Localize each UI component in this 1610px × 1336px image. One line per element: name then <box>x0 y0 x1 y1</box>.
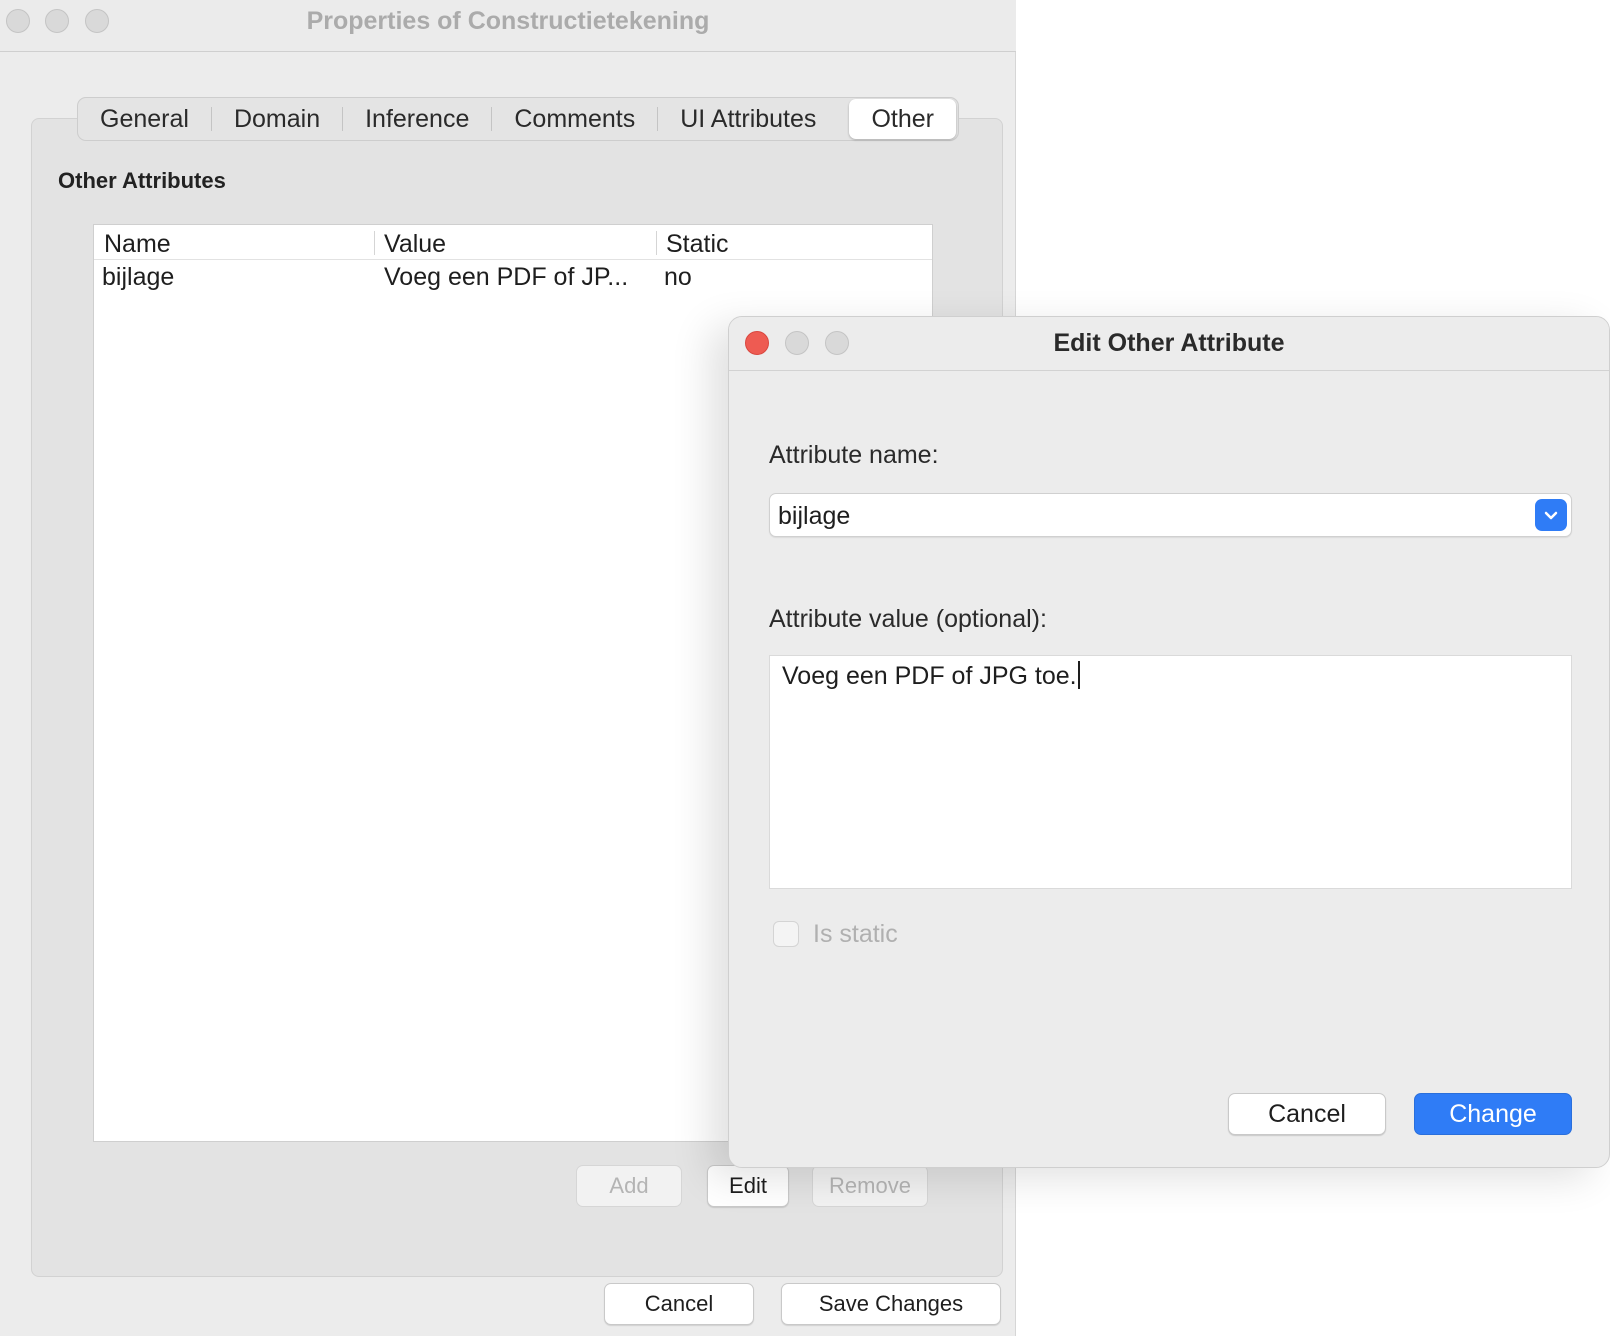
is-static-checkbox[interactable] <box>773 921 799 947</box>
window-title: Properties of Constructietekening <box>306 7 710 35</box>
tab-bar: General Domain Inference Comments UI Att… <box>77 97 959 141</box>
text-caret <box>1077 661 1080 689</box>
cell-value: Voeg een PDF of JP... <box>384 263 629 291</box>
properties-titlebar: Properties of Constructietekening <box>0 0 1016 52</box>
tab-inference[interactable]: Inference <box>343 99 491 139</box>
tab-comments[interactable]: Comments <box>492 99 657 139</box>
cell-static: no <box>664 263 692 291</box>
attribute-name-combobox[interactable]: bijlage <box>769 493 1572 537</box>
attribute-value-text[interactable]: Voeg een PDF of JPG toe. <box>782 656 1080 696</box>
column-header-name[interactable]: Name <box>104 225 171 260</box>
chevron-down-icon[interactable] <box>1535 499 1567 531</box>
attribute-value-textarea[interactable]: Voeg een PDF of JPG toe. <box>769 655 1572 889</box>
add-button[interactable]: Add <box>576 1165 682 1207</box>
edit-button[interactable]: Edit <box>707 1165 789 1207</box>
column-header-value[interactable]: Value <box>384 225 446 260</box>
dialog-cancel-button[interactable]: Cancel <box>1228 1093 1386 1135</box>
attribute-value-content: Voeg een PDF of JPG toe. <box>782 662 1077 690</box>
attribute-name-label: Attribute name: <box>769 441 939 469</box>
column-header-static[interactable]: Static <box>666 225 729 260</box>
save-changes-button[interactable]: Save Changes <box>781 1283 1001 1325</box>
attribute-name-value[interactable]: bijlage <box>778 494 850 538</box>
cell-name: bijlage <box>102 263 175 291</box>
tab-other[interactable]: Other <box>849 99 956 139</box>
dialog-titlebar: Edit Other Attribute <box>729 317 1609 371</box>
tab-domain[interactable]: Domain <box>212 99 342 139</box>
table-header: Name Value Static <box>94 225 932 260</box>
attribute-value-label: Attribute value (optional): <box>769 605 1047 633</box>
tab-ui-attributes[interactable]: UI Attributes <box>658 99 838 139</box>
section-heading: Other Attributes <box>58 168 226 193</box>
dialog-title: Edit Other Attribute <box>1053 329 1285 357</box>
column-separator[interactable] <box>374 231 375 255</box>
cancel-button[interactable]: Cancel <box>604 1283 754 1325</box>
is-static-label: Is static <box>813 920 898 948</box>
change-button[interactable]: Change <box>1414 1093 1572 1135</box>
tab-general[interactable]: General <box>78 99 211 139</box>
column-separator[interactable] <box>656 231 657 255</box>
remove-button[interactable]: Remove <box>812 1165 928 1207</box>
edit-attribute-dialog: Edit Other Attribute Attribute name: bij… <box>728 316 1610 1168</box>
